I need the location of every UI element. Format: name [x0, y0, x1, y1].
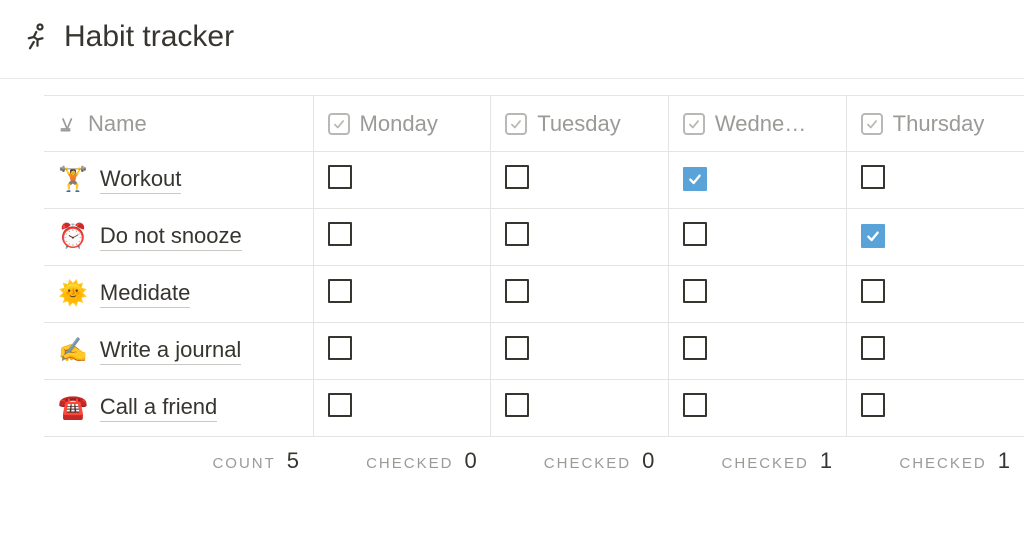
habit-checkbox[interactable] — [328, 222, 352, 246]
checkbox-cell — [668, 380, 846, 437]
text-property-icon — [58, 114, 78, 134]
checkbox-cell — [668, 152, 846, 209]
page-header: Habit tracker — [0, 0, 1024, 79]
checkbox-cell — [491, 323, 669, 380]
habit-checkbox[interactable] — [505, 165, 529, 189]
habit-table-container: Name Monday Tu — [0, 79, 1024, 485]
table-row: ☎️ Call a friend — [44, 380, 1024, 437]
habit-checkbox[interactable] — [328, 279, 352, 303]
habit-checkbox[interactable] — [328, 165, 352, 189]
column-header-tuesday[interactable]: Tuesday — [491, 96, 669, 152]
checkbox-cell — [668, 323, 846, 380]
page-title: Habit tracker — [64, 20, 234, 54]
checkbox-cell — [846, 380, 1024, 437]
table-row: 🌞 Medidate — [44, 266, 1024, 323]
habit-checkbox[interactable] — [683, 336, 707, 360]
row-name-cell[interactable]: 🌞 Medidate — [44, 266, 313, 323]
habit-table: Name Monday Tu — [44, 95, 1024, 485]
checkbox-cell — [313, 380, 491, 437]
row-label[interactable]: Call a friend — [100, 394, 217, 422]
habit-checkbox[interactable] — [505, 279, 529, 303]
habit-checkbox[interactable] — [683, 167, 707, 191]
checkbox-cell — [491, 380, 669, 437]
checkbox-property-icon — [683, 113, 705, 135]
row-name-cell[interactable]: ✍️ Write a journal — [44, 323, 313, 380]
habit-checkbox[interactable] — [683, 279, 707, 303]
habit-checkbox[interactable] — [683, 393, 707, 417]
checkbox-property-icon — [861, 113, 883, 135]
row-label[interactable]: Do not snooze — [100, 223, 242, 251]
checkbox-cell — [668, 209, 846, 266]
column-header-monday[interactable]: Monday — [313, 96, 491, 152]
habit-checkbox[interactable] — [328, 393, 352, 417]
checkbox-cell — [313, 323, 491, 380]
column-header-name[interactable]: Name — [44, 96, 313, 152]
checkbox-cell — [846, 209, 1024, 266]
checkbox-cell — [491, 209, 669, 266]
table-row: ⏰ Do not snooze — [44, 209, 1024, 266]
checkbox-cell — [668, 266, 846, 323]
habit-checkbox[interactable] — [861, 393, 885, 417]
footer-checked-tuesday: CHECKED 0 — [491, 437, 669, 485]
checkbox-cell — [846, 323, 1024, 380]
habit-checkbox[interactable] — [861, 279, 885, 303]
row-emoji-icon: 🌞 — [58, 282, 88, 306]
habit-checkbox[interactable] — [505, 222, 529, 246]
checkbox-property-icon — [505, 113, 527, 135]
habit-checkbox[interactable] — [505, 336, 529, 360]
habit-checkbox[interactable] — [505, 393, 529, 417]
checkbox-cell — [313, 266, 491, 323]
checkbox-cell — [491, 152, 669, 209]
row-emoji-icon: ✍️ — [58, 339, 88, 363]
row-emoji-icon: 🏋️ — [58, 168, 88, 192]
row-name-cell[interactable]: 🏋️ Workout — [44, 152, 313, 209]
table-footer-row: COUNT 5 CHECKED 0 CHECKED 0 CHECKED 1 CH… — [44, 437, 1024, 485]
habit-checkbox[interactable] — [861, 165, 885, 189]
column-header-thursday[interactable]: Thursday — [846, 96, 1024, 152]
row-emoji-icon: ☎️ — [58, 396, 88, 420]
table-row: ✍️ Write a journal — [44, 323, 1024, 380]
checkbox-cell — [846, 266, 1024, 323]
column-header-wednesday[interactable]: Wedne… — [668, 96, 846, 152]
habit-checkbox[interactable] — [861, 224, 885, 248]
row-label[interactable]: Medidate — [100, 280, 191, 308]
row-emoji-icon: ⏰ — [58, 225, 88, 249]
table-header-row: Name Monday Tu — [44, 96, 1024, 152]
running-person-icon — [20, 22, 50, 52]
row-name-cell[interactable]: ⏰ Do not snooze — [44, 209, 313, 266]
checkbox-cell — [846, 152, 1024, 209]
row-label[interactable]: Workout — [100, 166, 182, 194]
footer-checked-thursday: CHECKED 1 — [846, 437, 1024, 485]
footer-checked-wednesday: CHECKED 1 — [668, 437, 846, 485]
checkbox-cell — [491, 266, 669, 323]
table-row: 🏋️ Workout — [44, 152, 1024, 209]
footer-checked-monday: CHECKED 0 — [313, 437, 491, 485]
row-name-cell[interactable]: ☎️ Call a friend — [44, 380, 313, 437]
habit-checkbox[interactable] — [861, 336, 885, 360]
habit-checkbox[interactable] — [683, 222, 707, 246]
habit-checkbox[interactable] — [328, 336, 352, 360]
footer-count: COUNT 5 — [44, 437, 313, 485]
row-label[interactable]: Write a journal — [100, 337, 241, 365]
checkbox-property-icon — [328, 113, 350, 135]
checkbox-cell — [313, 209, 491, 266]
checkbox-cell — [313, 152, 491, 209]
